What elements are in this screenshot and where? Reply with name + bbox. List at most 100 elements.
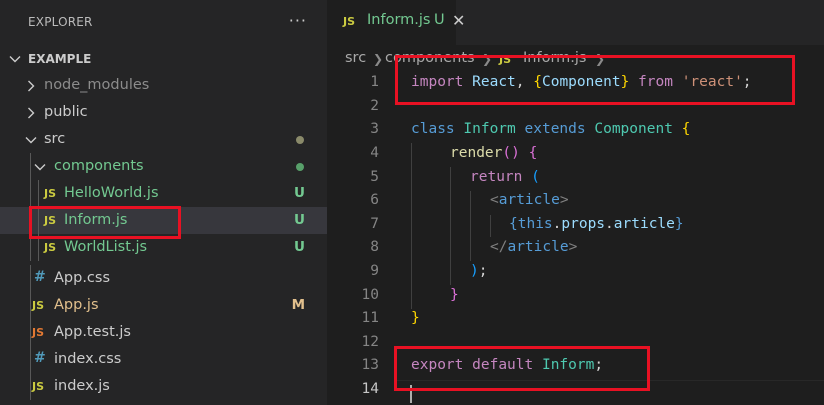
line-number: 5 <box>370 169 379 185</box>
tree-file-helloworld-js[interactable]: JS HelloWorld.js U <box>0 180 327 207</box>
breadcrumb-item-src[interactable]: src <box>345 50 366 66</box>
token: , <box>515 74 534 90</box>
untracked-dot-icon <box>296 163 304 171</box>
tree-item-label: components <box>54 158 144 174</box>
tree-item-label: node_modules <box>44 77 150 93</box>
token: export <box>411 357 464 373</box>
token: () <box>502 145 520 161</box>
breadcrumb-item-inform-js[interactable]: Inform.js <box>523 50 586 66</box>
css-file-icon: # <box>34 350 46 366</box>
token: article <box>613 216 675 232</box>
token: } <box>411 310 420 326</box>
tree-folder-public[interactable]: public <box>0 99 327 126</box>
line-number: 2 <box>370 98 379 114</box>
token: } <box>620 74 630 90</box>
breadcrumb-item-components[interactable]: components <box>385 50 475 66</box>
test-file-icon: JS <box>32 326 45 339</box>
chevron-right-icon: ❯ <box>595 52 606 66</box>
git-status-badge: U <box>294 212 305 228</box>
token: < <box>490 192 499 208</box>
tab-label: Inform.js <box>367 12 431 28</box>
tree-item-label: src <box>44 131 66 147</box>
token: Component <box>541 74 621 90</box>
explorer-sidebar: EXPLORER ··· EXAMPLE node_modules public… <box>0 0 327 405</box>
tree-folder-src[interactable]: src <box>0 126 327 153</box>
tree-file-app-css[interactable]: # App.css <box>0 265 327 292</box>
indent-guide <box>30 292 31 319</box>
token: { <box>533 74 542 90</box>
indent-guide <box>30 346 31 373</box>
chevron-down-icon <box>25 137 37 144</box>
tab-bar: JS Inform.js U ✕ <box>327 0 824 45</box>
text-cursor <box>410 385 412 403</box>
workspace-section-header[interactable]: EXAMPLE <box>0 45 327 72</box>
line-number: 12 <box>361 334 379 350</box>
tree-folder-components[interactable]: components <box>0 153 327 180</box>
close-icon[interactable]: ✕ <box>452 11 465 30</box>
code-line-10: } <box>450 287 459 303</box>
code-line-6: <article> <box>490 192 569 208</box>
tree-item-label: index.js <box>54 378 110 394</box>
javascript-file-icon: JS <box>343 15 356 28</box>
tree-folder-node-modules[interactable]: node_modules <box>0 72 327 99</box>
line-number: 10 <box>361 287 379 303</box>
token: ; <box>478 263 488 279</box>
indent-guide <box>30 180 31 207</box>
explorer-title: EXPLORER <box>28 15 93 29</box>
code-line-4: render() { <box>450 145 537 161</box>
tab-inform-js[interactable]: JS Inform.js U ✕ <box>327 0 465 45</box>
tree-file-app-test-js[interactable]: JS App.test.js <box>0 319 327 346</box>
token: ; <box>594 357 604 373</box>
indent-guide <box>38 207 39 234</box>
token: React <box>472 74 516 90</box>
git-status-badge: U <box>294 185 305 201</box>
token: return <box>470 169 523 185</box>
indent-guide <box>30 373 31 400</box>
explorer-header: EXPLORER ··· <box>0 0 327 45</box>
code-line-1: import React, {Component} from 'react'; <box>411 74 752 90</box>
code-indent-guide <box>411 143 412 309</box>
chevron-down-icon <box>9 56 21 63</box>
token: article <box>507 239 569 255</box>
token: props <box>561 216 606 232</box>
more-actions-icon[interactable]: ··· <box>289 11 307 30</box>
code-indent-guide <box>450 167 451 285</box>
tree-item-label: App.test.js <box>54 324 131 340</box>
token: </ <box>490 239 508 255</box>
chevron-right-icon <box>28 107 35 119</box>
tree-item-label: App.css <box>54 270 111 286</box>
tab-git-status: U <box>434 12 445 28</box>
token: ) <box>470 263 479 279</box>
line-number: 11 <box>361 310 379 326</box>
token: { <box>681 121 691 137</box>
current-line-highlight <box>397 380 824 381</box>
code-indent-guide <box>470 191 471 261</box>
token: ( <box>531 169 540 185</box>
code-line-3: class Inform extends Component { <box>411 121 690 137</box>
token: Inform <box>463 121 516 137</box>
tree-file-index-css[interactable]: # index.css <box>0 346 327 373</box>
tree-item-label: index.css <box>54 351 122 367</box>
tree-file-app-js[interactable]: JS App.js M <box>0 292 327 319</box>
indent-guide <box>38 234 39 261</box>
code-line-13: export default Inform; <box>411 357 603 373</box>
javascript-file-icon: JS <box>44 187 57 200</box>
token: { <box>509 216 518 232</box>
tree-file-index-js[interactable]: JS index.js <box>0 373 327 400</box>
line-number: 8 <box>370 239 379 255</box>
line-number: 4 <box>370 145 379 161</box>
modified-dot-icon <box>296 136 304 144</box>
tree-item-label: public <box>44 104 88 120</box>
css-file-icon: # <box>34 269 46 285</box>
token: Component <box>594 121 673 137</box>
javascript-file-icon: JS <box>44 241 57 254</box>
line-number-active: 14 <box>361 381 379 397</box>
line-number: 7 <box>370 216 379 232</box>
tree-file-inform-js[interactable]: JS Inform.js U <box>0 207 327 234</box>
line-number: 1 <box>370 74 379 90</box>
indent-guide <box>30 234 31 261</box>
token: { <box>519 145 538 161</box>
chevron-right-icon: ❯ <box>373 52 384 66</box>
tree-item-label: WorldList.js <box>64 239 148 255</box>
tree-file-worldlist-js[interactable]: JS WorldList.js U <box>0 234 327 261</box>
